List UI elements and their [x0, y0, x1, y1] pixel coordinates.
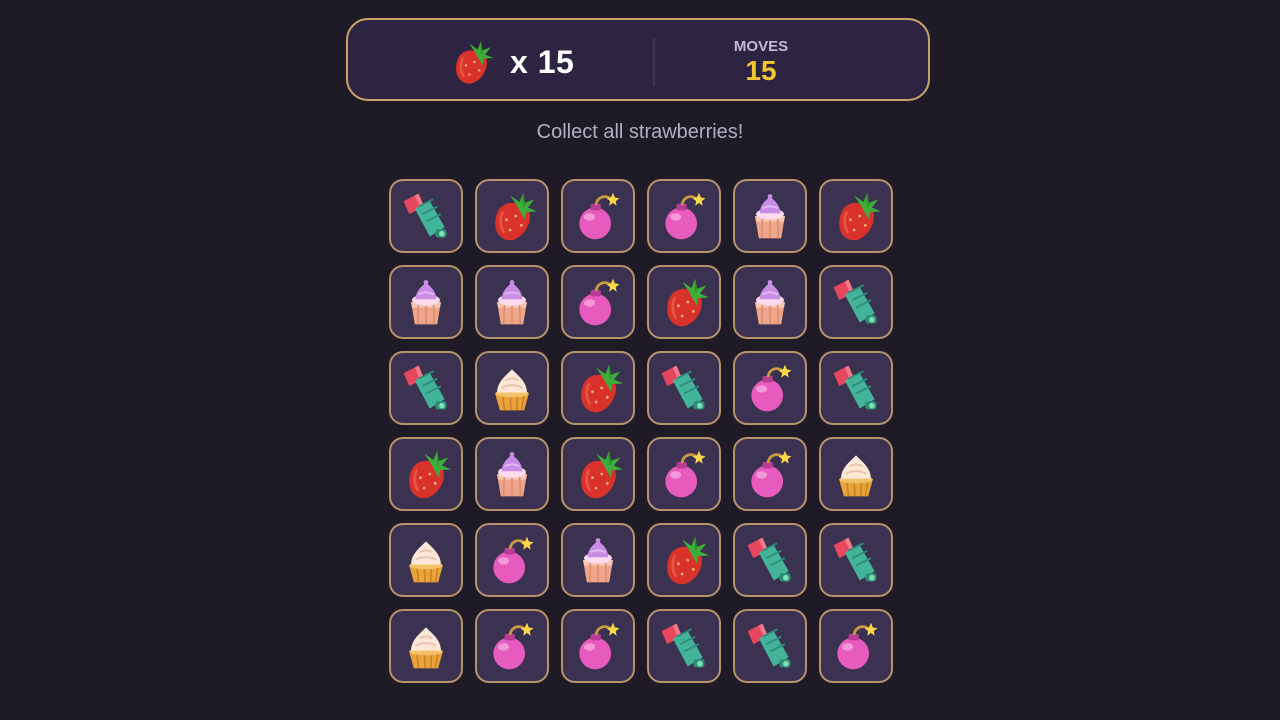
cupcake-icon: [755, 280, 785, 325]
board-tile[interactable]: [389, 351, 463, 425]
bomb-icon: [493, 536, 534, 584]
board-tile[interactable]: [733, 437, 807, 511]
board-tile[interactable]: [561, 609, 635, 683]
strawberry-icon: [456, 41, 494, 84]
firework-icon: [403, 365, 447, 410]
bomb-icon: [579, 192, 620, 240]
bomb-icon: [665, 192, 706, 240]
bomb-icon: [579, 278, 620, 326]
strawberry-icon: [581, 450, 624, 499]
level-instruction: Collect all strawberries!: [536, 121, 744, 143]
board-tile[interactable]: [733, 265, 807, 339]
board-tile[interactable]: [389, 523, 463, 597]
bomb-icon: [751, 450, 792, 498]
cupcake-icon: [583, 538, 613, 583]
hud-divider: [653, 38, 655, 86]
bomb-icon: [493, 622, 534, 670]
goal-count: x 15: [510, 43, 575, 80]
board-tile[interactable]: [819, 265, 893, 339]
board-tile[interactable]: [389, 437, 463, 511]
cupcake-icon: [411, 280, 441, 325]
cream-tart-icon: [409, 541, 443, 583]
board-tile[interactable]: [475, 437, 549, 511]
bomb-icon: [665, 450, 706, 498]
strawberry-icon: [495, 192, 538, 241]
cupcake-icon: [497, 280, 527, 325]
firework-icon: [747, 537, 791, 582]
board-tile[interactable]: [819, 351, 893, 425]
strawberry-icon: [409, 450, 452, 499]
board-tile[interactable]: [475, 265, 549, 339]
cupcake-icon: [497, 452, 527, 497]
firework-icon: [661, 623, 705, 668]
board-tile[interactable]: [389, 179, 463, 253]
goal-counter: x 15: [446, 37, 574, 87]
board-tile[interactable]: [561, 179, 635, 253]
board-tile[interactable]: [733, 351, 807, 425]
board-tile[interactable]: [389, 265, 463, 339]
strawberry-icon: [667, 536, 710, 585]
board-tile[interactable]: [647, 179, 721, 253]
cupcake-icon: [755, 194, 785, 239]
firework-icon: [661, 365, 705, 410]
board-tile[interactable]: [647, 437, 721, 511]
strawberry-icon: [581, 364, 624, 413]
moves-counter: MOVES 15: [708, 39, 814, 87]
cream-tart-icon: [495, 369, 529, 411]
bomb-icon: [751, 364, 792, 412]
firework-icon: [833, 365, 877, 410]
board-tile[interactable]: [475, 523, 549, 597]
board-tile[interactable]: [389, 609, 463, 683]
board-tile[interactable]: [647, 351, 721, 425]
bomb-icon: [837, 622, 878, 670]
board-tile[interactable]: [475, 609, 549, 683]
board-tile[interactable]: [733, 179, 807, 253]
board-tile[interactable]: [647, 523, 721, 597]
firework-icon: [403, 193, 447, 238]
board-tile[interactable]: [561, 265, 635, 339]
hud-panel: x 15 MOVES 15: [346, 18, 930, 101]
board-tile[interactable]: [819, 437, 893, 511]
strawberry-icon: [667, 278, 710, 327]
cream-tart-icon: [839, 455, 873, 497]
board-tile[interactable]: [733, 609, 807, 683]
firework-icon: [747, 623, 791, 668]
board-tile[interactable]: [561, 437, 635, 511]
board-tile[interactable]: [819, 179, 893, 253]
moves-value: 15: [745, 55, 777, 86]
board-tile[interactable]: [475, 351, 549, 425]
game-screen: x 15 MOVES 15 Collect all strawberries!: [0, 0, 1280, 720]
firework-icon: [833, 537, 877, 582]
board-tile[interactable]: [561, 351, 635, 425]
strawberry-icon: [839, 192, 882, 241]
game-board: [388, 178, 893, 683]
board-tile[interactable]: [561, 523, 635, 597]
board-tile[interactable]: [733, 523, 807, 597]
board-tile[interactable]: [819, 523, 893, 597]
board-tile[interactable]: [647, 609, 721, 683]
firework-icon: [833, 279, 877, 324]
board-tile[interactable]: [475, 179, 549, 253]
bomb-icon: [579, 622, 620, 670]
board-tile[interactable]: [647, 265, 721, 339]
board-tile[interactable]: [819, 609, 893, 683]
cream-tart-icon: [409, 627, 443, 669]
moves-label: MOVES: [733, 38, 789, 55]
